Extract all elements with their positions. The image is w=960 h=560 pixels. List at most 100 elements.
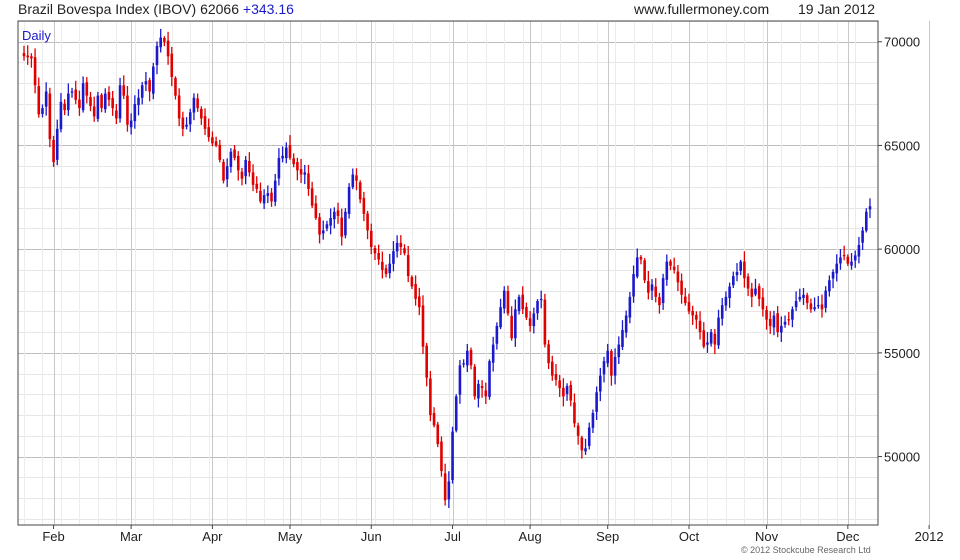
x-tick-label: Aug [519, 529, 542, 544]
ohlc-bar [743, 251, 746, 288]
bar-body [595, 392, 598, 412]
ohlc-bar [122, 75, 126, 100]
bar-body [111, 98, 114, 109]
ohlc-bar [266, 185, 270, 204]
bar-body [672, 266, 676, 270]
bar-body [850, 261, 853, 266]
bar-body [576, 425, 580, 436]
bar-body [144, 81, 148, 85]
ohlc-bar [44, 82, 48, 116]
bar-body [318, 217, 321, 235]
bar-body [554, 374, 558, 380]
bar-body [587, 427, 591, 446]
ohlc-bar [661, 273, 665, 310]
ohlc-bar [562, 378, 565, 407]
ohlc-bar [853, 250, 857, 268]
ohlc-bar [528, 311, 532, 332]
ohlc-bar [270, 188, 273, 207]
ohlc-bar [314, 195, 318, 220]
ohlc-bar [211, 131, 214, 147]
ohlc-bar [118, 77, 122, 123]
bar-body [757, 286, 761, 299]
ohlc-bar [340, 208, 344, 246]
ohlc-bar [695, 311, 698, 329]
x-tick-label: 2012 [915, 529, 944, 544]
ohlc-bar [355, 168, 358, 191]
bar-body [787, 319, 791, 321]
ohlc-bar [639, 255, 643, 265]
bar-body [469, 349, 473, 366]
bar-body [366, 213, 369, 231]
ohlc-bar [610, 349, 613, 386]
ohlc-bar [621, 320, 624, 350]
bar-body [55, 128, 59, 160]
bar-body [750, 288, 754, 297]
plot-frame [17, 20, 879, 526]
bar-body [152, 66, 155, 94]
bar-body [654, 286, 658, 297]
bar-body [70, 91, 74, 93]
bar-body [713, 333, 717, 345]
x-tick-label: Oct [679, 529, 700, 544]
ohlc-bar [658, 292, 661, 314]
ohlc-bar [584, 438, 587, 455]
ohlc-bar [429, 371, 432, 422]
bar-body [133, 103, 137, 122]
ohlc-bar [643, 258, 646, 284]
ohlc-bar [746, 273, 750, 297]
ohlc-bar [325, 220, 329, 232]
bar-body [440, 441, 443, 472]
bar-body [329, 218, 332, 226]
ohlc-bar [196, 93, 199, 112]
ohlc-bar [665, 254, 669, 286]
bar-body [292, 158, 295, 165]
ohlc-bar [107, 86, 111, 107]
bar-body [218, 144, 222, 160]
bar-body [200, 108, 203, 119]
bar-body [388, 263, 392, 274]
bar-body [185, 124, 188, 127]
bar-body [820, 304, 824, 310]
x-tick-label: Nov [755, 529, 779, 544]
bar-body [680, 280, 683, 295]
bar-body [816, 305, 820, 307]
bar-body [307, 173, 310, 189]
ohlc-bar [174, 76, 177, 100]
bar-body [44, 91, 48, 107]
ohlc-bar [491, 336, 495, 372]
bar-body [325, 224, 329, 229]
bar-body [177, 95, 181, 119]
bar-body [499, 307, 502, 328]
bar-body [772, 315, 776, 328]
bar-body [303, 172, 307, 175]
bar-body [613, 357, 617, 376]
ohlc-bar [499, 298, 502, 330]
ohlc-bar [236, 151, 240, 181]
ohlc-bar [587, 422, 591, 450]
bar-body [591, 413, 595, 428]
bar-body [865, 211, 868, 231]
bar-body [33, 57, 37, 86]
bar-body [406, 255, 410, 277]
ohlc-bar [831, 269, 835, 289]
bar-body [706, 342, 709, 345]
bar-body [381, 261, 384, 270]
bar-body [495, 325, 499, 344]
ohlc-bar [96, 91, 100, 122]
bar-body [658, 297, 661, 306]
ohlc-bar [74, 80, 78, 105]
bar-body [395, 242, 399, 252]
ohlc-bar [89, 91, 92, 112]
bar-body [321, 230, 325, 234]
ohlc-bar [63, 99, 66, 116]
ohlc-bar [698, 311, 702, 340]
bar-body [351, 174, 355, 188]
ohlc-bar [137, 89, 140, 116]
bar-body [333, 211, 336, 220]
period-label: Daily [22, 28, 51, 43]
ohlc-bar [536, 299, 539, 320]
bar-body [543, 299, 547, 345]
bar-body [569, 384, 573, 401]
ohlc-bar [188, 108, 192, 132]
bar-body [248, 160, 251, 173]
